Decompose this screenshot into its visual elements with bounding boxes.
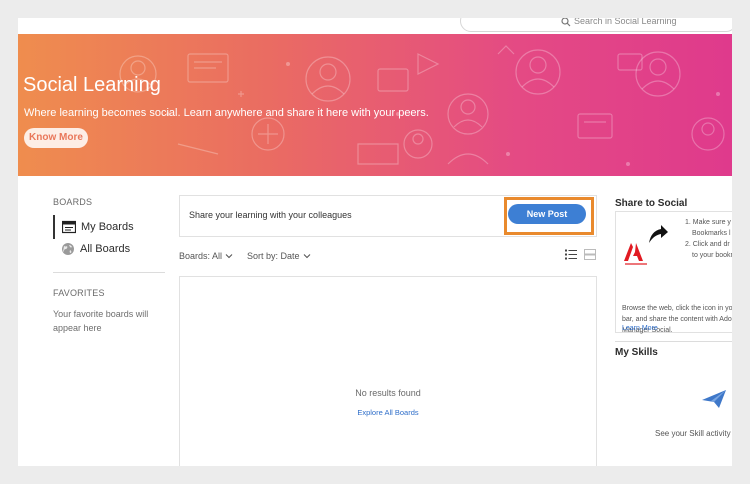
list-view-icon[interactable] — [565, 249, 577, 260]
hero-pattern-illustration — [119, 45, 725, 166]
arrow-icon — [649, 225, 668, 243]
paper-plane-icon — [702, 390, 726, 408]
hero-banner: Social Learning Where learning becomes s… — [18, 34, 732, 176]
explore-all-boards-link[interactable]: Explore All Boards — [180, 408, 596, 417]
chevron-down-icon — [225, 254, 233, 259]
step-line: 2. Click and dr — [685, 241, 730, 248]
skills-empty-text: See your Skill activity — [655, 429, 731, 438]
sidebar-item-all-boards[interactable]: All Boards — [61, 240, 130, 258]
hero-title: Social Learning — [23, 74, 161, 96]
sidebar-item-label: All Boards — [80, 243, 131, 255]
search-input[interactable]: Search in Social Learning — [460, 18, 732, 32]
learn-more-link[interactable]: Learn More — [622, 325, 658, 332]
share-to-social-card: 1. Make sure y Bookmarks l 2. Click and … — [615, 211, 732, 334]
sidebar-item-my-boards[interactable]: My Boards — [62, 218, 134, 236]
browse-line: Browse the web, click the icon in yo — [622, 305, 732, 312]
chevron-down-icon — [303, 254, 310, 259]
boards-heading: BOARDS — [53, 197, 93, 207]
sort-dropdown[interactable]: Sort by: Date — [247, 251, 311, 261]
card-view-icon[interactable] — [584, 249, 596, 260]
results-panel: No results found Explore All Boards — [179, 276, 597, 466]
new-post-button[interactable]: New Post — [508, 204, 586, 224]
step-line: Bookmarks l — [692, 230, 731, 237]
step-line: to your bookm — [692, 252, 732, 259]
boards-filter-dropdown[interactable]: Boards: All — [179, 251, 233, 261]
globe-icon — [62, 243, 74, 255]
boards-icon — [62, 220, 76, 234]
app-frame: Search in Social Learning Social Learnin… — [18, 18, 732, 466]
boards-filter-label: Boards: All — [179, 251, 223, 261]
search-placeholder: Search in Social Learning — [574, 18, 677, 26]
browse-line: bar, and share the content with Ado — [622, 316, 732, 323]
my-skills-heading: My Skills — [615, 347, 658, 358]
empty-state-title: No results found — [355, 388, 421, 398]
step-line: 1. Make sure y — [685, 219, 731, 226]
sidebar-item-label: My Boards — [81, 221, 134, 233]
skills-divider — [615, 341, 732, 342]
share-to-social-heading: Share to Social — [615, 198, 688, 209]
favorites-heading: FAVORITES — [53, 288, 105, 298]
search-icon — [561, 18, 571, 27]
sort-label: Sort by: Date — [247, 251, 300, 261]
share-prompt[interactable]: Share your learning with your colleagues — [189, 210, 352, 220]
favorites-empty-text: Your favorite boards will appear here — [53, 309, 149, 333]
bookmark-steps: 1. Make sure y Bookmarks l 2. Click and … — [685, 217, 732, 261]
know-more-button[interactable]: Know More — [24, 128, 88, 148]
top-bar: Search in Social Learning — [18, 18, 732, 34]
sidebar-divider — [53, 272, 165, 273]
active-indicator — [53, 215, 55, 239]
hero-subtitle: Where learning becomes social. Learn any… — [24, 107, 429, 119]
